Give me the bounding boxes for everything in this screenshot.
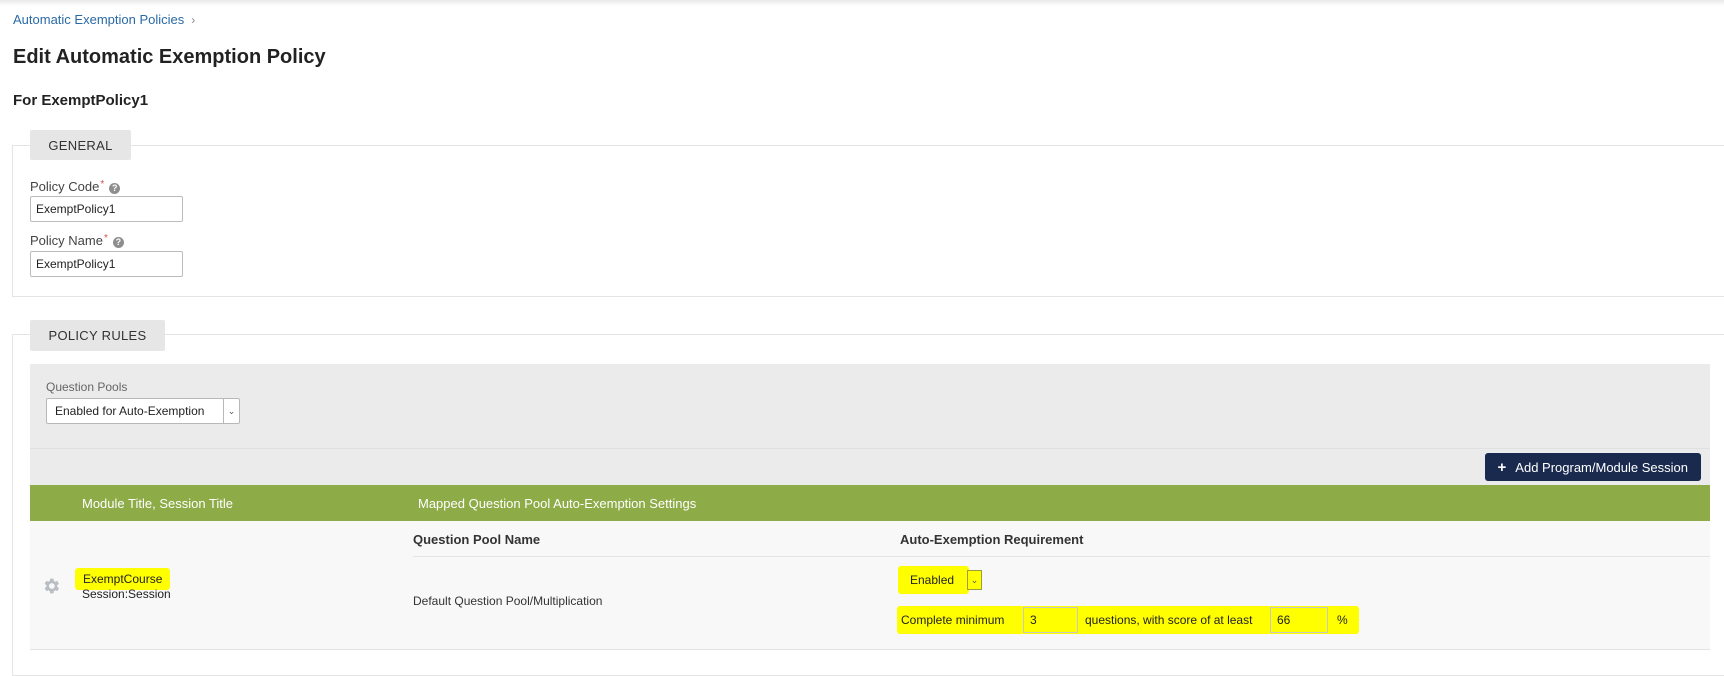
question-pools-select[interactable]: Enabled for Auto-Exemption ⌄ bbox=[46, 398, 240, 424]
top-shadow bbox=[0, 0, 1724, 6]
subtable-header: Question Pool Name Auto-Exemption Requir… bbox=[413, 521, 1710, 557]
requirement-status-value: Enabled bbox=[898, 566, 969, 594]
breadcrumb-separator: › bbox=[191, 13, 196, 27]
exemption-criteria: Complete minimum questions, with score o… bbox=[897, 606, 1359, 634]
policy-code-input[interactable] bbox=[30, 196, 183, 222]
requirement-status-select[interactable]: Enabled ⌄ bbox=[898, 566, 982, 594]
min-score-input[interactable] bbox=[1270, 607, 1328, 633]
required-mark: * bbox=[103, 233, 108, 244]
breadcrumb-link-policies[interactable]: Automatic Exemption Policies bbox=[13, 12, 184, 27]
help-icon[interactable]: ? bbox=[109, 183, 121, 194]
policy-code-label-text: Policy Code bbox=[30, 179, 100, 194]
policy-rules-section-title: POLICY RULES bbox=[30, 320, 165, 351]
chevron-down-icon[interactable]: ⌄ bbox=[967, 570, 982, 590]
policy-name-input[interactable] bbox=[30, 251, 183, 277]
page-title: Edit Automatic Exemption Policy bbox=[13, 46, 326, 68]
min-questions-input[interactable] bbox=[1023, 607, 1078, 633]
breadcrumb: Automatic Exemption Policies › bbox=[13, 12, 195, 27]
column-header-module: Module Title, Session Title bbox=[82, 496, 234, 511]
rules-table-header: Module Title, Session Title Mapped Quest… bbox=[30, 485, 1710, 521]
question-pools-filter-panel: Question Pools Enabled for Auto-Exemptio… bbox=[30, 364, 1710, 448]
criteria-middle-text: questions, with score of at least bbox=[1085, 613, 1253, 627]
policy-name-label: Policy Name*? bbox=[30, 233, 124, 248]
session-title: Session:Session bbox=[82, 587, 171, 601]
question-pool-name: Default Question Pool/Multiplication bbox=[413, 594, 603, 608]
page-subtitle: For ExemptPolicy1 bbox=[13, 92, 149, 109]
question-pool-subtable: Question Pool Name Auto-Exemption Requir… bbox=[413, 521, 1710, 649]
question-pools-selected-value: Enabled for Auto-Exemption bbox=[55, 404, 205, 418]
general-section bbox=[12, 145, 1724, 297]
general-section-title: GENERAL bbox=[30, 130, 131, 160]
policy-name-label-text: Policy Name bbox=[30, 233, 103, 248]
add-program-module-session-button[interactable]: + Add Program/Module Session bbox=[1484, 453, 1701, 481]
percent-sign: % bbox=[1337, 613, 1348, 627]
criteria-prefix-text: Complete minimum bbox=[901, 613, 1005, 627]
question-pools-label: Question Pools bbox=[46, 380, 128, 394]
table-toolbar: + Add Program/Module Session bbox=[30, 448, 1710, 486]
gear-icon[interactable] bbox=[41, 576, 61, 596]
help-icon[interactable]: ? bbox=[112, 237, 124, 248]
table-row: ExemptCourse Session:Session Question Po… bbox=[30, 521, 1710, 650]
column-header-settings: Mapped Question Pool Auto-Exemption Sett… bbox=[418, 496, 697, 511]
subtable-header-requirement: Auto-Exemption Requirement bbox=[900, 532, 1084, 547]
subtable-header-pool-name: Question Pool Name bbox=[413, 532, 541, 547]
plus-icon: + bbox=[1497, 458, 1507, 476]
required-mark: * bbox=[100, 179, 105, 190]
add-button-label: Add Program/Module Session bbox=[1515, 459, 1688, 475]
chevron-down-icon[interactable]: ⌄ bbox=[223, 399, 239, 423]
policy-code-label: Policy Code*? bbox=[30, 179, 121, 194]
